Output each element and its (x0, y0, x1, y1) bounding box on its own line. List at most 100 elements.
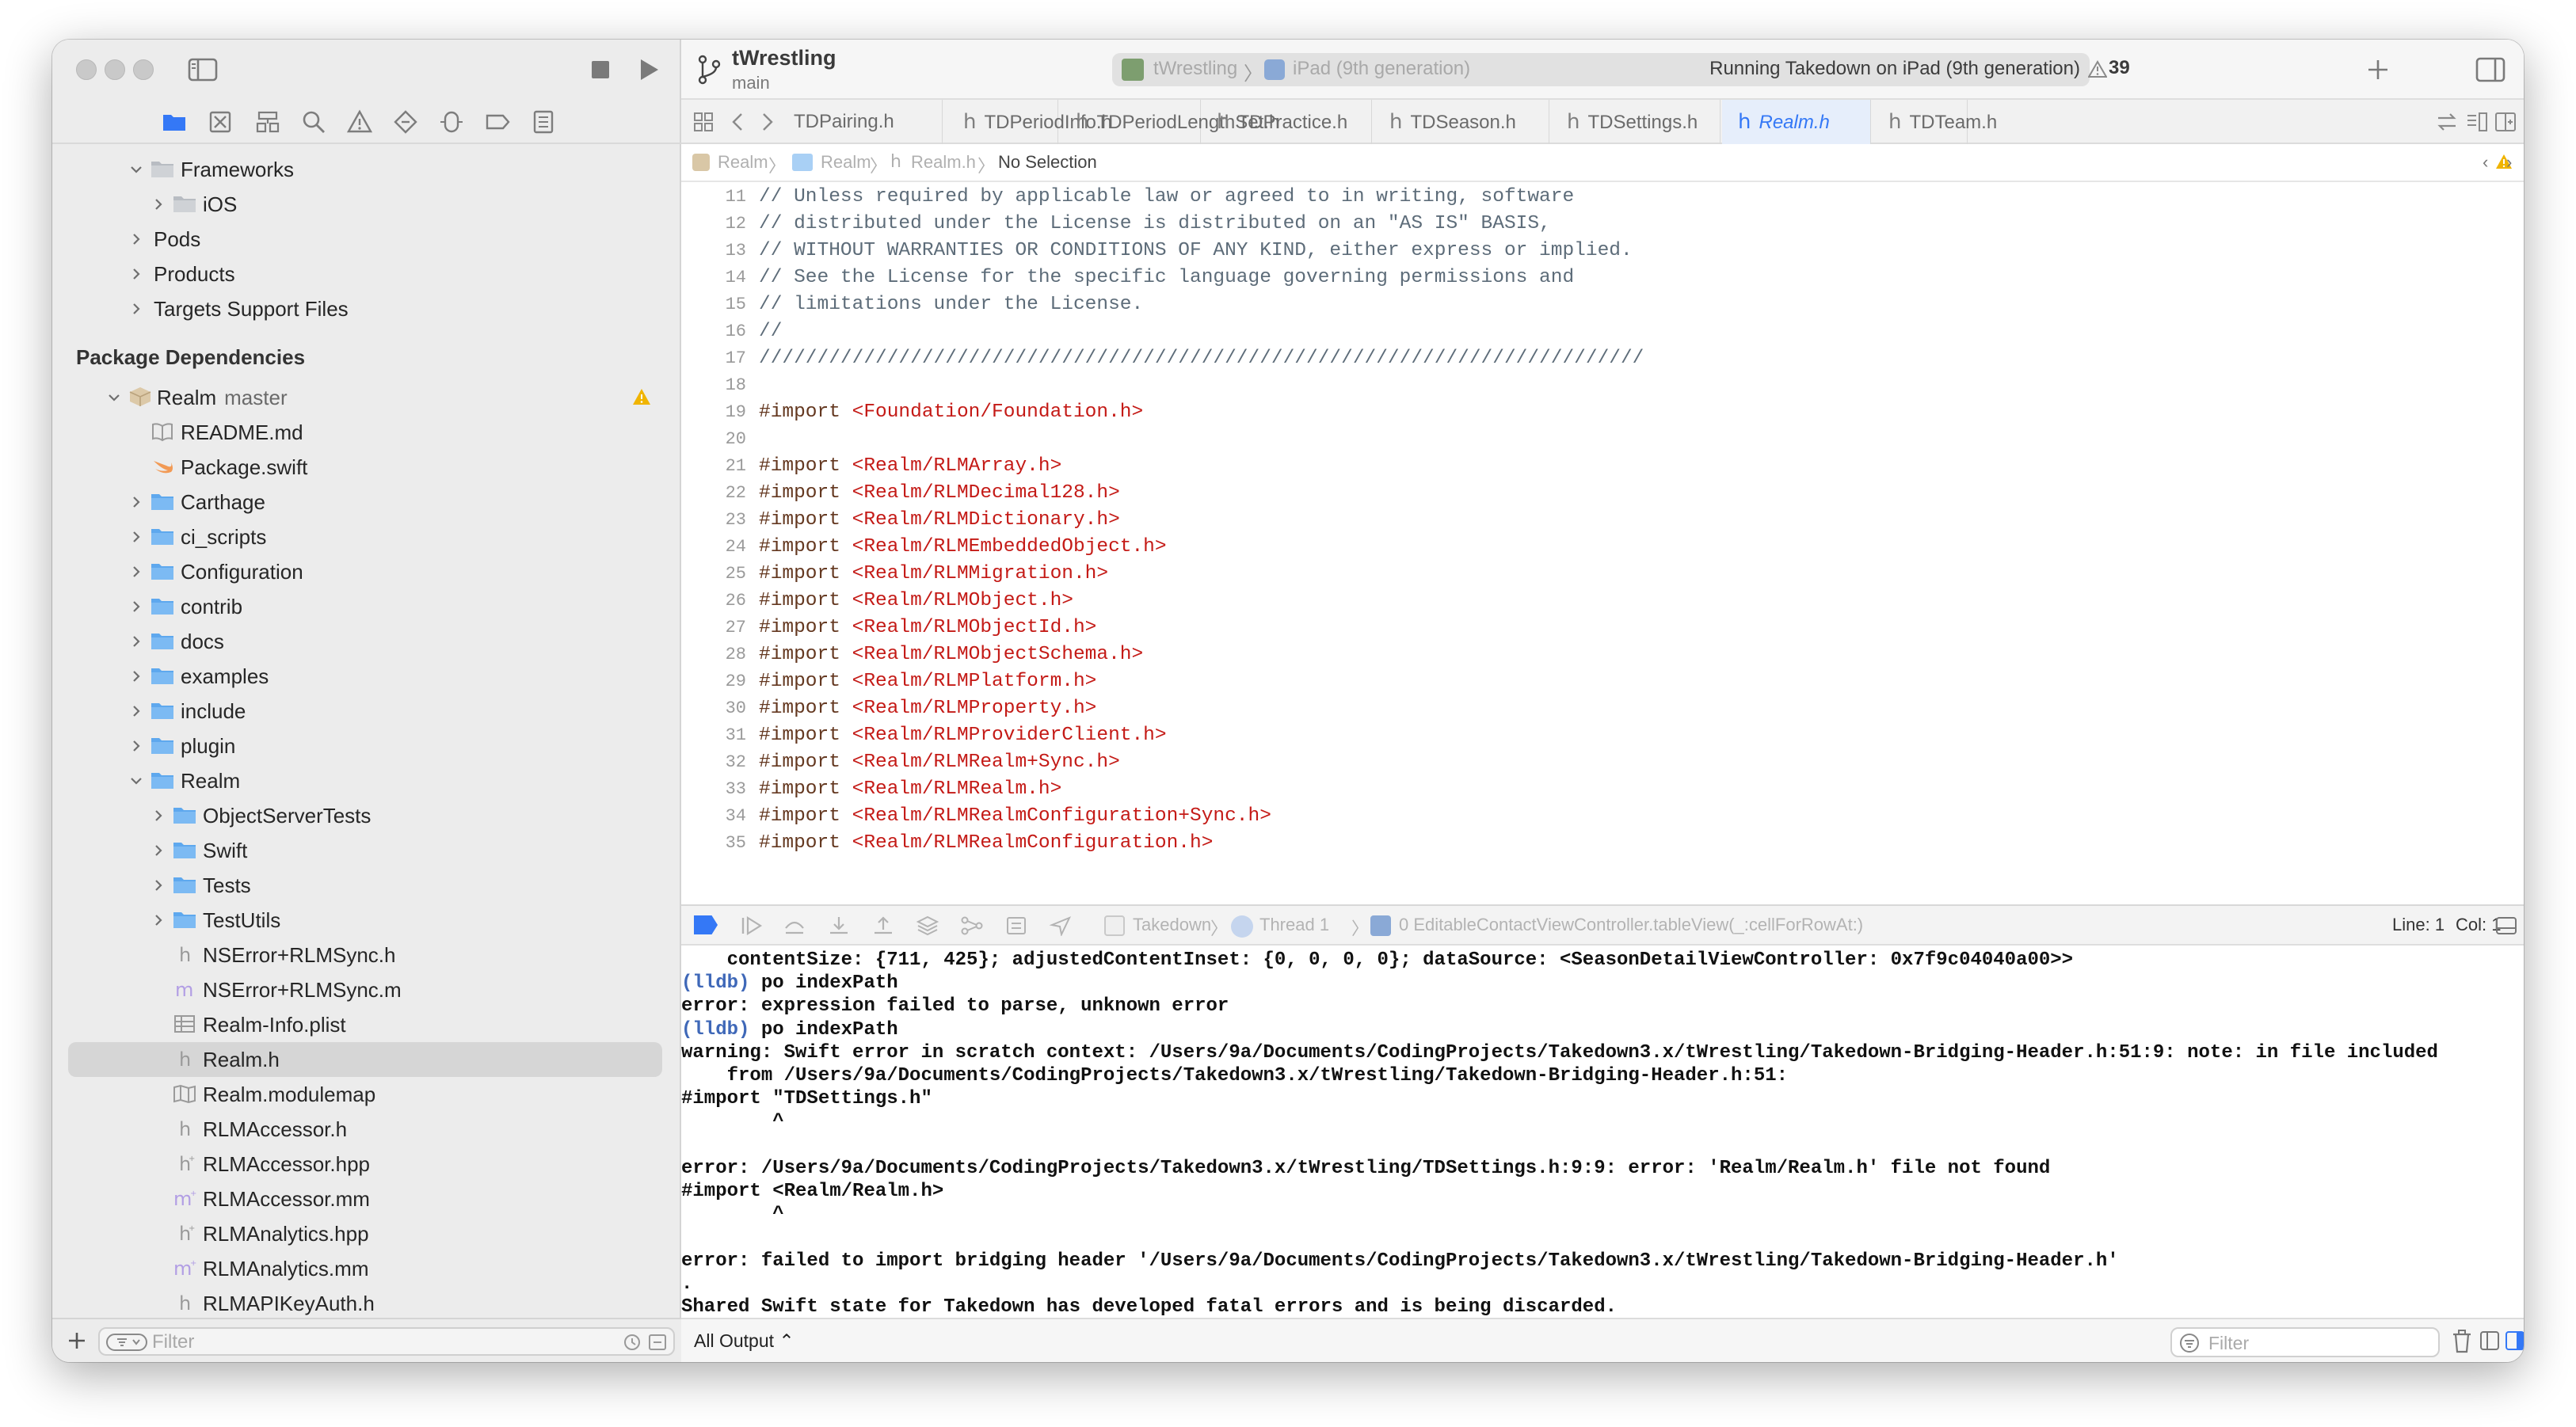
navigator-item-rlmanalytics-mm[interactable]: m + RLMAnalytics.mm (68, 1251, 662, 1286)
navigator-item-docs[interactable]: docs (68, 624, 662, 659)
find-navigator-icon[interactable] (301, 109, 326, 135)
toggle-inspector-icon[interactable] (2475, 55, 2506, 84)
simulate-location-icon[interactable] (1049, 915, 1073, 936)
back-chevron-icon[interactable] (729, 111, 748, 133)
disclosure-closed-icon[interactable] (130, 740, 143, 752)
navigator-item-rlmaccessor-mm[interactable]: m + RLMAccessor.mm (68, 1182, 662, 1216)
hide-debug-area-icon[interactable] (2495, 915, 2517, 936)
console-filter-input[interactable]: Filter (2170, 1327, 2440, 1357)
tab-tdperiodinfo-h[interactable]: h TDPeriodInfo.h (947, 100, 1112, 144)
report-navigator-icon[interactable] (531, 109, 556, 135)
disclosure-closed-icon[interactable] (152, 198, 165, 211)
navigator-item-package-swift[interactable]: Package.swift (68, 450, 662, 485)
breakpoints-toggle-icon[interactable] (694, 915, 718, 934)
disclosure-closed-icon[interactable] (152, 844, 165, 857)
navigator-item-rlmaccessor-h[interactable]: h RLMAccessor.h (68, 1112, 662, 1147)
navigator-item-ci-scripts[interactable]: ci_scripts (68, 519, 662, 554)
split-arrows-icon[interactable] (2435, 111, 2459, 133)
disclosure-closed-icon[interactable] (152, 879, 165, 892)
disclosure-open-icon[interactable] (108, 391, 120, 404)
recent-files-icon[interactable] (623, 1333, 642, 1352)
navigator-item-realm-info-plist[interactable]: Realm-Info.plist (68, 1007, 662, 1042)
tab-tdperiodlengthset-h[interactable]: h TDPeriodLengthSet.h (1060, 100, 1279, 144)
navigator-item-carthage[interactable]: Carthage (68, 485, 662, 519)
jumpbar-file[interactable]: Realm.h (911, 152, 976, 173)
destination-selector[interactable]: iPad (9th generation) (1293, 58, 1470, 80)
debug-process[interactable]: Takedown (1133, 915, 1211, 935)
toggle-navigator-icon[interactable] (187, 54, 219, 86)
trash-icon[interactable] (2451, 1329, 2473, 1354)
previous-issue-icon[interactable]: ‹ (2483, 152, 2488, 173)
disclosure-closed-icon[interactable] (130, 705, 143, 717)
symbol-navigator-icon[interactable] (255, 109, 280, 135)
issue-navigator-icon[interactable] (347, 109, 372, 135)
disclosure-closed-icon[interactable] (130, 600, 143, 613)
navigator-filter-input[interactable]: Filter (98, 1327, 675, 1356)
editor-options-icon[interactable] (2465, 111, 2489, 133)
navigator-item-realm-modulemap[interactable]: Realm.modulemap (68, 1077, 662, 1112)
library-add-icon[interactable] (2364, 55, 2392, 84)
add-icon[interactable] (65, 1329, 89, 1353)
disclosure-closed-icon[interactable] (130, 531, 143, 543)
navigator-item-include[interactable]: include (68, 694, 662, 729)
disclosure-closed-icon[interactable] (152, 809, 165, 822)
project-navigator-icon[interactable] (162, 109, 187, 135)
navigator-item-readme-md[interactable]: README.md (68, 415, 662, 450)
navigator-item-swift[interactable]: Swift (68, 833, 662, 868)
filter-options-icon[interactable] (106, 1334, 147, 1351)
navigator-item-targets-support-files[interactable]: Targets Support Files (68, 291, 662, 326)
navigator-item-configuration[interactable]: Configuration (68, 554, 662, 589)
navigator-item-frameworks[interactable]: Frameworks (68, 152, 662, 187)
jumpbar-folder[interactable]: Realm (821, 152, 871, 173)
navigator-item-contrib[interactable]: contrib (68, 589, 662, 624)
disclosure-closed-icon[interactable] (130, 303, 143, 315)
jumpbar-selection[interactable]: No Selection (998, 152, 1097, 173)
disclosure-closed-icon[interactable] (130, 233, 143, 245)
scheme-selector[interactable]: tWrestling (1153, 58, 1237, 80)
next-issue-icon[interactable]: › (2506, 152, 2512, 173)
debug-frame[interactable]: 0 EditableContactViewController.tableVie… (1399, 915, 1863, 935)
tab-realm-h[interactable]: h Realm.h (1722, 100, 1871, 144)
scm-filter-icon[interactable] (648, 1333, 667, 1352)
debug-thread[interactable]: Thread 1 (1259, 915, 1329, 935)
close-window-button[interactable] (76, 59, 97, 80)
disclosure-closed-icon[interactable] (130, 268, 143, 280)
disclosure-closed-icon[interactable] (130, 670, 143, 683)
navigator-item-pods[interactable]: Pods (68, 222, 662, 257)
source-control-navigator-icon[interactable] (208, 109, 233, 135)
debug-navigator-icon[interactable] (439, 109, 464, 135)
navigator-item-tests[interactable]: Tests (68, 868, 662, 903)
debug-console[interactable]: contentSize: {711, 425}; adjustedContent… (681, 946, 2524, 1318)
step-out-icon[interactable] (871, 915, 895, 936)
warning-triangle-icon[interactable] (2088, 60, 2107, 78)
show-variables-view-icon[interactable] (2479, 1330, 2500, 1351)
jumpbar-package[interactable]: Realm (718, 152, 768, 173)
add-editor-icon[interactable] (2494, 111, 2517, 133)
tab-tdsettings-h[interactable]: h TDSettings.h (1551, 100, 1721, 144)
tab-tdseason-h[interactable]: h TDSeason.h (1374, 100, 1549, 144)
navigator-item-plugin[interactable]: plugin (68, 729, 662, 763)
continue-icon[interactable] (740, 915, 764, 936)
navigator-item-rlmaccessor-hpp[interactable]: h + RLMAccessor.hpp (68, 1147, 662, 1182)
source-editor[interactable]: 11 // Unless required by applicable law o… (681, 184, 2524, 904)
warning-count[interactable]: 39 (2109, 57, 2130, 79)
warning-triangle-icon[interactable] (632, 388, 651, 407)
breakpoint-navigator-icon[interactable] (485, 109, 510, 135)
related-items-grid-icon[interactable] (692, 111, 714, 133)
navigator-item-nserror-rlmsync-m[interactable]: m NSError+RLMSync.m (68, 972, 662, 1007)
navigator-item-realm-package[interactable]: Realm master (68, 380, 662, 415)
navigator-item-objectservertests[interactable]: ObjectServerTests (68, 798, 662, 833)
test-navigator-icon[interactable] (393, 109, 418, 135)
disclosure-open-icon[interactable] (130, 774, 143, 787)
navigator-item-examples[interactable]: examples (68, 659, 662, 694)
forward-chevron-icon[interactable] (757, 111, 776, 133)
navigator-item-realm-h[interactable]: h Realm.h (68, 1042, 662, 1077)
stop-icon[interactable] (585, 54, 616, 86)
zoom-window-button[interactable] (133, 59, 154, 80)
environment-overrides-icon[interactable] (1004, 915, 1028, 936)
minimize-window-button[interactable] (105, 59, 125, 80)
navigator-item-ios[interactable]: iOS (68, 187, 662, 222)
debug-view-hierarchy-icon[interactable] (916, 915, 939, 936)
navigator-item-testutils[interactable]: TestUtils (68, 903, 662, 938)
disclosure-closed-icon[interactable] (130, 635, 143, 648)
